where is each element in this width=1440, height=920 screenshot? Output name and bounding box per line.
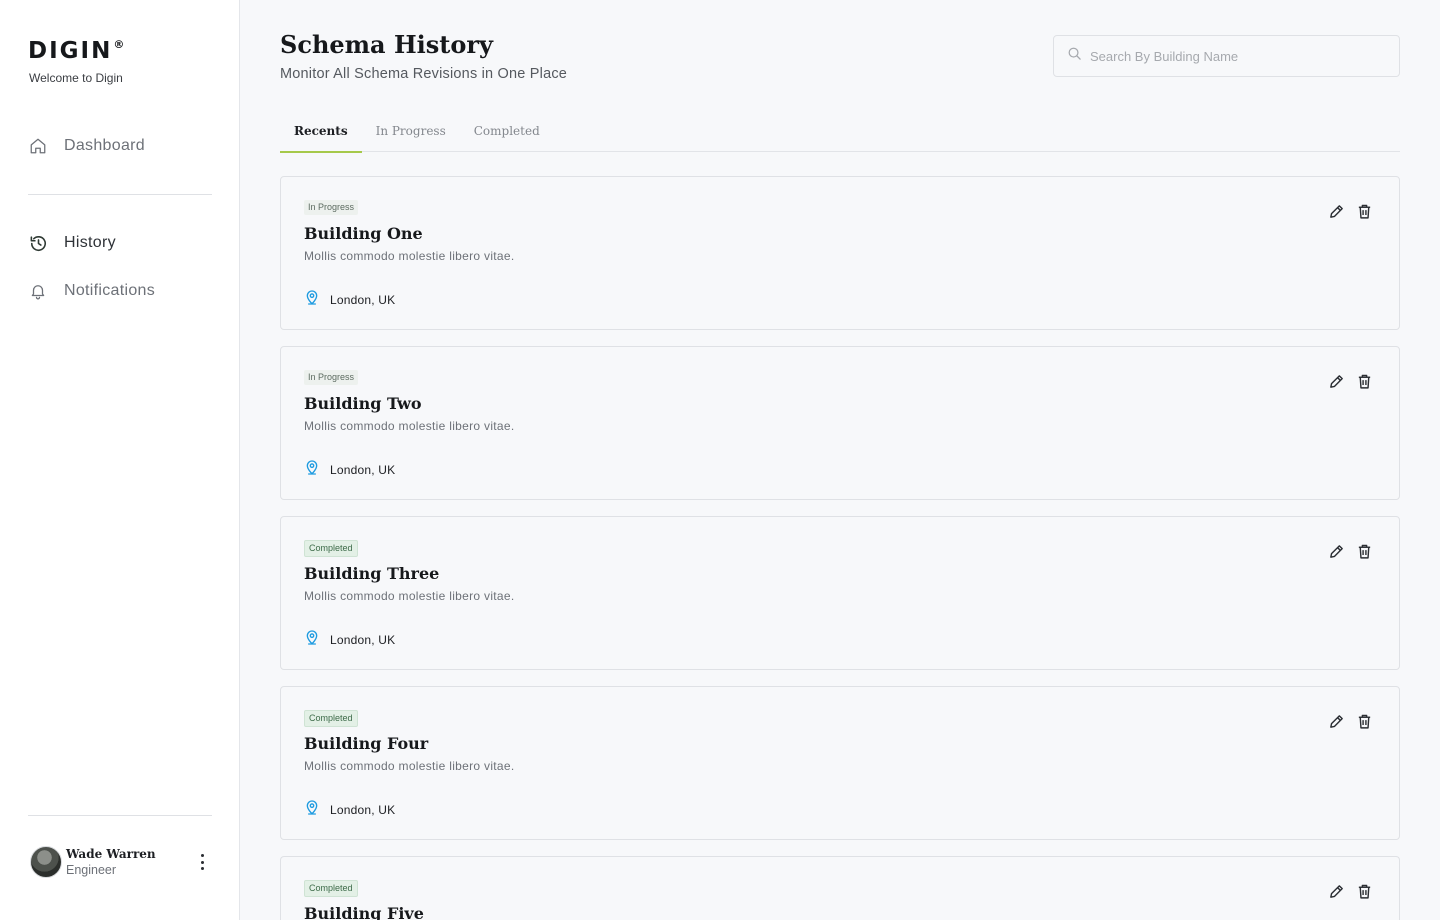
delete-icon[interactable] <box>1355 712 1373 730</box>
building-location: London, UK <box>304 288 395 311</box>
sidebar-item-label: Dashboard <box>64 137 145 154</box>
search-icon <box>1067 46 1082 66</box>
sidebar: DIGIN® Welcome to Digin Dashboard Histor… <box>0 0 240 920</box>
tab-completed[interactable]: Completed <box>460 112 554 152</box>
building-description: Mollis commodo molestie libero vitae. <box>304 589 515 603</box>
status-badge: In Progress <box>304 370 359 385</box>
location-pin-icon <box>304 458 320 481</box>
sidebar-item-history[interactable]: History <box>28 229 212 257</box>
building-card[interactable]: Completed Building Three Mollis commodo … <box>280 516 1400 670</box>
building-card[interactable]: Completed Building Five <box>280 856 1400 920</box>
building-card[interactable]: In Progress Building Two Mollis commodo … <box>280 346 1400 500</box>
bell-icon <box>28 281 48 301</box>
edit-icon[interactable] <box>1327 882 1345 900</box>
user-profile[interactable]: Wade Warren Engineer <box>30 846 212 878</box>
building-title: Building Two <box>304 394 422 413</box>
building-card[interactable]: In Progress Building One Mollis commodo … <box>280 176 1400 330</box>
building-title: Building Five <box>304 904 424 920</box>
edit-icon[interactable] <box>1327 712 1345 730</box>
sidebar-item-label: Notifications <box>64 282 156 299</box>
location-text: London, UK <box>330 462 396 477</box>
welcome-text: Welcome to Digin <box>29 71 123 85</box>
building-location: London, UK <box>304 458 395 481</box>
user-name: Wade Warren <box>66 847 156 861</box>
status-badge: In Progress <box>304 200 359 215</box>
search-box[interactable] <box>1053 35 1400 77</box>
search-input[interactable] <box>1090 48 1370 64</box>
building-description: Mollis commodo molestie libero vitae. <box>304 249 515 263</box>
page-subtitle: Monitor All Schema Revisions in One Plac… <box>280 66 568 82</box>
location-text: London, UK <box>330 292 396 307</box>
building-location: London, UK <box>304 798 395 821</box>
sidebar-item-notifications[interactable]: Notifications <box>28 277 212 305</box>
more-options-icon[interactable] <box>198 854 206 870</box>
status-badge: Completed <box>304 710 358 727</box>
status-badge: Completed <box>304 880 358 897</box>
avatar <box>30 846 62 878</box>
history-icon <box>28 233 48 253</box>
location-text: London, UK <box>330 802 396 817</box>
location-pin-icon <box>304 798 320 821</box>
tab-in-progress[interactable]: In Progress <box>362 112 460 152</box>
status-badge: Completed <box>304 540 358 557</box>
building-location: London, UK <box>304 628 395 651</box>
tab-bar: Recents In Progress Completed <box>280 112 1400 153</box>
location-pin-icon <box>304 288 320 311</box>
delete-icon[interactable] <box>1355 202 1373 220</box>
home-icon <box>28 136 48 156</box>
tab-recents[interactable]: Recents <box>280 112 362 153</box>
delete-icon[interactable] <box>1355 882 1373 900</box>
building-description: Mollis commodo molestie libero vitae. <box>304 419 515 433</box>
edit-icon[interactable] <box>1327 542 1345 560</box>
brand-logo[interactable]: DIGIN® <box>28 38 124 64</box>
building-card[interactable]: Completed Building Four Mollis commodo m… <box>280 686 1400 840</box>
edit-icon[interactable] <box>1327 202 1345 220</box>
sidebar-item-label: History <box>64 234 116 251</box>
edit-icon[interactable] <box>1327 372 1345 390</box>
building-title: Building Three <box>304 564 440 583</box>
location-pin-icon <box>304 628 320 651</box>
sidebar-item-dashboard[interactable]: Dashboard <box>28 132 212 160</box>
location-text: London, UK <box>330 632 396 647</box>
sidebar-divider <box>28 815 212 816</box>
building-title: Building Four <box>304 734 429 753</box>
building-title: Building One <box>304 224 423 243</box>
building-description: Mollis commodo molestie libero vitae. <box>304 759 515 773</box>
delete-icon[interactable] <box>1355 372 1373 390</box>
user-role: Engineer <box>66 863 117 877</box>
sidebar-divider <box>28 194 212 195</box>
page-title: Schema History <box>280 30 493 59</box>
delete-icon[interactable] <box>1355 542 1373 560</box>
